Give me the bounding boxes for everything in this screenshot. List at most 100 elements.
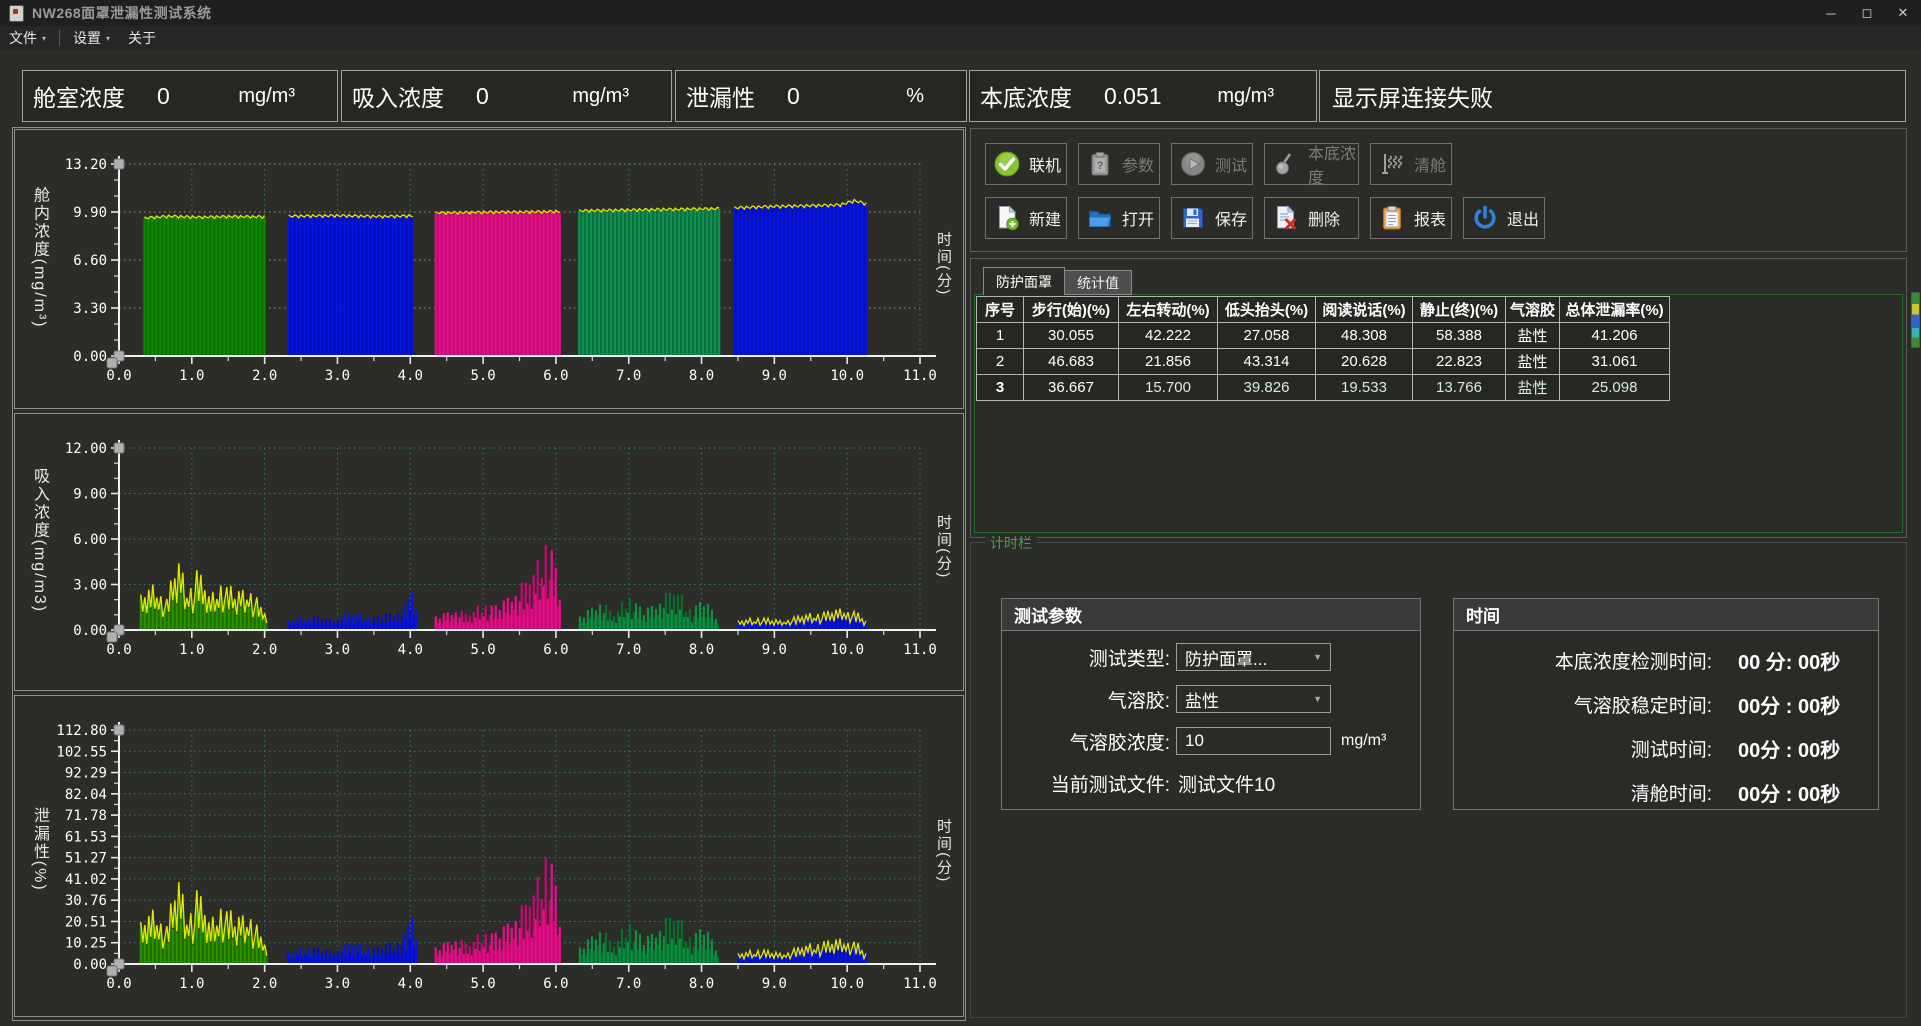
- toolbar-button-probe[interactable]: 本底浓度: [1264, 143, 1359, 185]
- time-label: 气溶胶稳定时间:: [1454, 691, 1712, 718]
- time-row: 测试时间:00分 : 00秒: [1454, 733, 1878, 763]
- toolbar-button-play[interactable]: 测试: [1171, 143, 1253, 185]
- charts-column: 0.003.306.609.9013.200.01.02.03.04.05.06…: [12, 127, 966, 1021]
- menu-item-settings[interactable]: 设置▾: [64, 26, 119, 50]
- input-unit: mg/m³: [1341, 732, 1386, 750]
- close-button[interactable]: ✕: [1885, 0, 1921, 26]
- toolbar-button-file-delete[interactable]: 删除: [1264, 197, 1359, 239]
- results-tab-group: 防护面罩 统计值 序号步行(始)(%)左右转动(%)低头抬头(%)阅读说话(%)…: [970, 258, 1907, 538]
- probe-icon: [1273, 151, 1299, 177]
- table-header-row: 序号步行(始)(%)左右转动(%)低头抬头(%)阅读说话(%)静止(终)(%)气…: [977, 297, 1670, 323]
- window-controls: ─◻✕: [1813, 0, 1921, 26]
- toolbar-button-floppy-save[interactable]: 保存: [1171, 197, 1253, 239]
- app-icon: [9, 5, 24, 22]
- status-message: 显示屏连接失败: [1320, 79, 1493, 113]
- application-window: NW268面罩泄漏性测试系统 ─◻✕ 文件▾设置▾关于 舱室浓度0mg/m³吸入…: [0, 0, 1921, 1026]
- toolbar-button-clipboard-question[interactable]: ?参数: [1078, 143, 1160, 185]
- table-header-cell[interactable]: 静止(终)(%): [1413, 297, 1506, 323]
- svg-text:41.02: 41.02: [65, 872, 107, 888]
- cabin-concentration-chart-segment-turn: [289, 215, 413, 356]
- table-cell: 41.206: [1560, 323, 1670, 349]
- leakage-chart: 0.0010.2520.5130.7641.0251.2761.5371.788…: [15, 696, 963, 1016]
- table-row[interactable]: 336.66715.70039.82619.53313.766盐性25.098: [977, 375, 1670, 401]
- aerosol-concentration-input[interactable]: 10: [1176, 727, 1331, 755]
- svg-text:6.0: 6.0: [543, 368, 568, 384]
- toolbar-button-check-online[interactable]: 联机: [985, 143, 1067, 185]
- table-cell: 盐性: [1506, 349, 1560, 375]
- svg-text:?: ?: [1097, 160, 1104, 172]
- readout-unit: mg/m³: [238, 85, 295, 108]
- menu-item-label: 文件: [9, 28, 37, 48]
- table-row[interactable]: 246.68321.85643.31420.62822.823盐性31.061: [977, 349, 1670, 375]
- svg-text:5.0: 5.0: [470, 976, 495, 992]
- svg-text:3.00: 3.00: [73, 578, 107, 594]
- toolbar-button-label: 新建: [1029, 206, 1061, 230]
- side-scrollbar[interactable]: [1911, 292, 1920, 348]
- svg-text:1.0: 1.0: [179, 642, 204, 658]
- toolbar-button-report[interactable]: 报表: [1370, 197, 1452, 239]
- param-combo-aerosol[interactable]: 盐性▼: [1176, 685, 1331, 713]
- svg-text:9.90: 9.90: [73, 205, 107, 221]
- svg-text:11.0: 11.0: [903, 642, 937, 658]
- table-header-cell[interactable]: 总体泄漏率(%): [1560, 297, 1670, 323]
- table-header-cell[interactable]: 序号: [977, 297, 1024, 323]
- chevron-down-icon: ▼: [1313, 652, 1322, 662]
- toolbar-button-power-exit[interactable]: 退出: [1463, 197, 1545, 239]
- power-exit-icon: [1472, 205, 1498, 231]
- svg-text:6.0: 6.0: [543, 976, 568, 992]
- readout-value: 0: [476, 83, 489, 110]
- time-label: 测试时间:: [1454, 735, 1712, 762]
- svg-text:71.78: 71.78: [65, 808, 107, 824]
- svg-text:61.53: 61.53: [65, 829, 107, 845]
- readout-value: 0: [787, 83, 800, 110]
- table-header-cell[interactable]: 左右转动(%): [1119, 297, 1218, 323]
- toolbar-button-fan-purge[interactable]: 清舱: [1370, 143, 1452, 185]
- file-delete-icon: [1273, 205, 1299, 231]
- fan-purge-icon: [1379, 151, 1405, 177]
- toolbar-button-file-new[interactable]: 新建: [985, 197, 1067, 239]
- time-row: 清舱时间:00分 : 00秒: [1454, 777, 1878, 807]
- check-online-icon: [994, 151, 1020, 177]
- menu-item-about[interactable]: 关于: [119, 26, 165, 50]
- svg-text:6.60: 6.60: [73, 253, 107, 269]
- menu-item-file[interactable]: 文件 ▾: [0, 26, 55, 50]
- table-cell: 22.823: [1413, 349, 1506, 375]
- cabin-concentration-chart-panel: 0.003.306.609.9013.200.01.02.03.04.05.06…: [14, 129, 964, 409]
- toolbar-button-label: 保存: [1215, 206, 1247, 230]
- param-row: 当前测试文件:测试文件10: [1002, 767, 1420, 799]
- inhale-concentration-chart-segment-walk-start: [141, 563, 267, 629]
- svg-text:3.0: 3.0: [325, 368, 350, 384]
- inhale-concentration-chart: 0.003.006.009.0012.000.01.02.03.04.05.06…: [15, 414, 963, 690]
- svg-text:13.20: 13.20: [65, 157, 107, 173]
- svg-text:3.0: 3.0: [325, 642, 350, 658]
- table-cell: 1: [977, 323, 1024, 349]
- table-header-cell[interactable]: 阅读说话(%): [1316, 297, 1413, 323]
- test-params-title: 测试参数: [1002, 599, 1420, 631]
- chevron-down-icon: ▾: [42, 34, 46, 43]
- svg-text:5.0: 5.0: [470, 642, 495, 658]
- inhale-concentration-chart-segment-turn: [288, 592, 416, 629]
- svg-text:3.0: 3.0: [325, 976, 350, 992]
- toolbar-button-label: 打开: [1122, 206, 1154, 230]
- svg-text:3.30: 3.30: [73, 301, 107, 317]
- inhale-concentration-chart-panel: 0.003.006.009.0012.000.01.02.03.04.05.06…: [14, 413, 964, 691]
- param-label: 当前测试文件:: [1002, 770, 1170, 797]
- toolbar-button-label: 测试: [1215, 152, 1247, 176]
- tab-statistics[interactable]: 统计值: [1065, 270, 1132, 295]
- svg-text:1.0: 1.0: [179, 368, 204, 384]
- maximize-button[interactable]: ◻: [1849, 0, 1885, 26]
- svg-text:9.0: 9.0: [762, 368, 787, 384]
- table-row[interactable]: 130.05542.22227.05848.30858.388盐性41.206: [977, 323, 1670, 349]
- tab-protective-mask[interactable]: 防护面罩: [983, 267, 1065, 295]
- table-header-cell[interactable]: 步行(始)(%): [1024, 297, 1119, 323]
- toolbar-button-folder-open[interactable]: 打开: [1078, 197, 1160, 239]
- minimize-button[interactable]: ─: [1813, 0, 1849, 26]
- table-header-cell[interactable]: 低头抬头(%): [1218, 297, 1316, 323]
- table-header-cell[interactable]: 气溶胶: [1506, 297, 1560, 323]
- svg-text:8.0: 8.0: [689, 642, 714, 658]
- svg-text:5.0: 5.0: [470, 368, 495, 384]
- svg-text:2.0: 2.0: [252, 976, 277, 992]
- svg-text:9.0: 9.0: [762, 976, 787, 992]
- svg-text:30.76: 30.76: [65, 893, 107, 909]
- param-combo-test-type[interactable]: 防护面罩...▼: [1176, 643, 1331, 671]
